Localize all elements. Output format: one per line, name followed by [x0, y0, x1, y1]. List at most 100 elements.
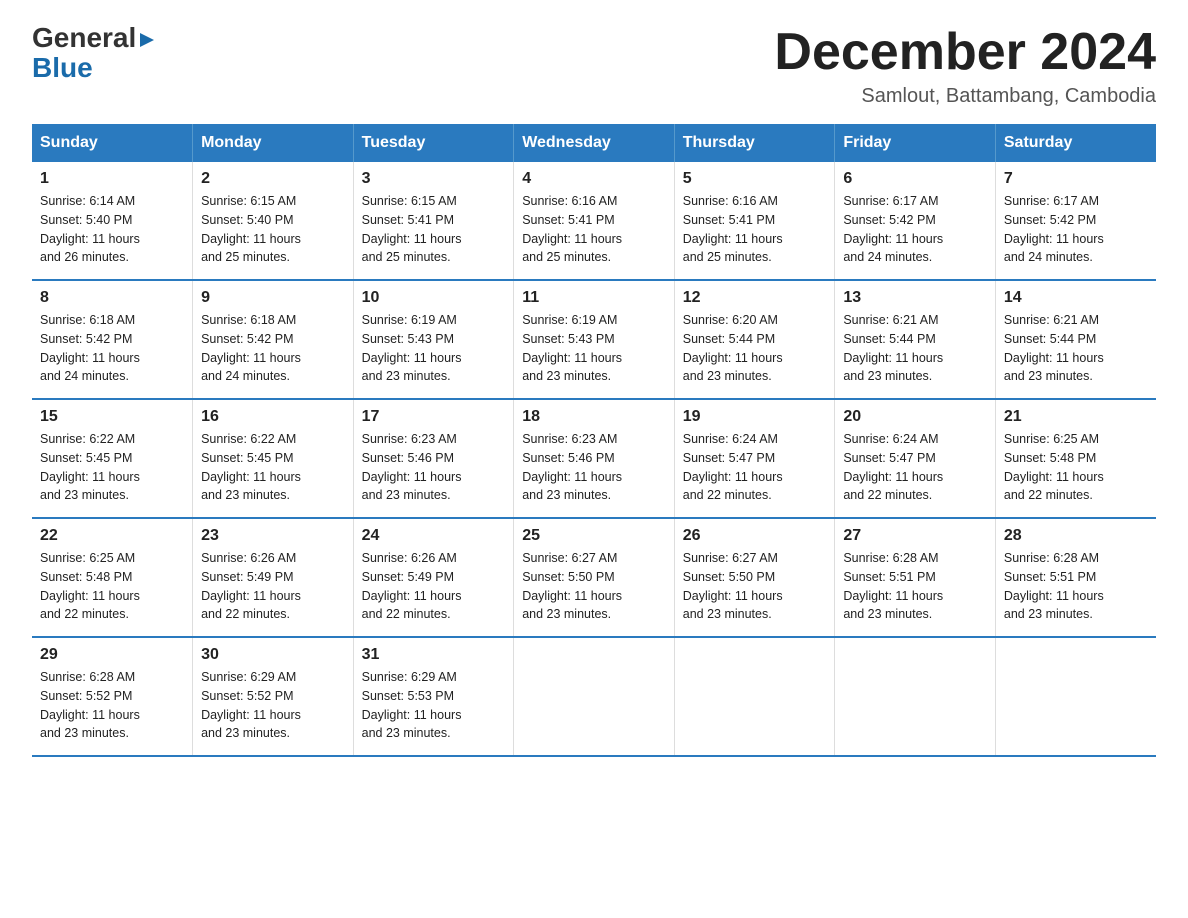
calendar-day-cell: 4 Sunrise: 6:16 AM Sunset: 5:41 PM Dayli… — [514, 162, 675, 280]
logo: General Blue — [32, 24, 156, 82]
calendar-day-cell: 26 Sunrise: 6:27 AM Sunset: 5:50 PM Dayl… — [674, 518, 835, 637]
day-number: 26 — [683, 527, 827, 545]
day-number: 6 — [843, 170, 987, 188]
header-row: Sunday Monday Tuesday Wednesday Thursday… — [32, 124, 1156, 162]
calendar-day-cell: 31 Sunrise: 6:29 AM Sunset: 5:53 PM Dayl… — [353, 637, 514, 756]
calendar-day-cell: 10 Sunrise: 6:19 AM Sunset: 5:43 PM Dayl… — [353, 280, 514, 399]
calendar-day-cell: 29 Sunrise: 6:28 AM Sunset: 5:52 PM Dayl… — [32, 637, 193, 756]
calendar-day-cell: 24 Sunrise: 6:26 AM Sunset: 5:49 PM Dayl… — [353, 518, 514, 637]
day-number: 4 — [522, 170, 666, 188]
day-info: Sunrise: 6:28 AM Sunset: 5:51 PM Dayligh… — [843, 549, 987, 624]
calendar-day-cell: 22 Sunrise: 6:25 AM Sunset: 5:48 PM Dayl… — [32, 518, 193, 637]
day-number: 14 — [1004, 289, 1148, 307]
day-info: Sunrise: 6:14 AM Sunset: 5:40 PM Dayligh… — [40, 192, 184, 267]
day-info: Sunrise: 6:23 AM Sunset: 5:46 PM Dayligh… — [362, 430, 506, 505]
day-info: Sunrise: 6:25 AM Sunset: 5:48 PM Dayligh… — [40, 549, 184, 624]
day-number: 5 — [683, 170, 827, 188]
day-number: 12 — [683, 289, 827, 307]
day-info: Sunrise: 6:26 AM Sunset: 5:49 PM Dayligh… — [201, 549, 345, 624]
calendar-day-cell: 14 Sunrise: 6:21 AM Sunset: 5:44 PM Dayl… — [995, 280, 1156, 399]
day-number: 31 — [362, 646, 506, 664]
calendar-day-cell: 9 Sunrise: 6:18 AM Sunset: 5:42 PM Dayli… — [193, 280, 354, 399]
day-number: 22 — [40, 527, 184, 545]
day-info: Sunrise: 6:18 AM Sunset: 5:42 PM Dayligh… — [40, 311, 184, 386]
day-number: 18 — [522, 408, 666, 426]
day-info: Sunrise: 6:17 AM Sunset: 5:42 PM Dayligh… — [1004, 192, 1148, 267]
day-info: Sunrise: 6:19 AM Sunset: 5:43 PM Dayligh… — [522, 311, 666, 386]
calendar-day-cell: 7 Sunrise: 6:17 AM Sunset: 5:42 PM Dayli… — [995, 162, 1156, 280]
day-info: Sunrise: 6:27 AM Sunset: 5:50 PM Dayligh… — [522, 549, 666, 624]
calendar-day-cell — [995, 637, 1156, 756]
title-section: December 2024 Samlout, Battambang, Cambo… — [774, 24, 1156, 108]
location: Samlout, Battambang, Cambodia — [774, 85, 1156, 108]
day-info: Sunrise: 6:22 AM Sunset: 5:45 PM Dayligh… — [201, 430, 345, 505]
calendar-week-row: 1 Sunrise: 6:14 AM Sunset: 5:40 PM Dayli… — [32, 162, 1156, 280]
day-number: 9 — [201, 289, 345, 307]
day-info: Sunrise: 6:28 AM Sunset: 5:51 PM Dayligh… — [1004, 549, 1148, 624]
logo-arrow-icon — [138, 31, 156, 49]
calendar-header: Sunday Monday Tuesday Wednesday Thursday… — [32, 124, 1156, 162]
day-info: Sunrise: 6:23 AM Sunset: 5:46 PM Dayligh… — [522, 430, 666, 505]
month-title: December 2024 — [774, 24, 1156, 81]
day-number: 8 — [40, 289, 184, 307]
calendar-day-cell: 28 Sunrise: 6:28 AM Sunset: 5:51 PM Dayl… — [995, 518, 1156, 637]
day-number: 15 — [40, 408, 184, 426]
calendar-day-cell: 15 Sunrise: 6:22 AM Sunset: 5:45 PM Dayl… — [32, 399, 193, 518]
calendar-table: Sunday Monday Tuesday Wednesday Thursday… — [32, 124, 1156, 757]
day-number: 24 — [362, 527, 506, 545]
day-number: 7 — [1004, 170, 1148, 188]
day-info: Sunrise: 6:24 AM Sunset: 5:47 PM Dayligh… — [683, 430, 827, 505]
calendar-day-cell: 11 Sunrise: 6:19 AM Sunset: 5:43 PM Dayl… — [514, 280, 675, 399]
calendar-week-row: 29 Sunrise: 6:28 AM Sunset: 5:52 PM Dayl… — [32, 637, 1156, 756]
day-number: 3 — [362, 170, 506, 188]
calendar-day-cell: 1 Sunrise: 6:14 AM Sunset: 5:40 PM Dayli… — [32, 162, 193, 280]
day-info: Sunrise: 6:29 AM Sunset: 5:53 PM Dayligh… — [362, 668, 506, 743]
calendar-day-cell: 18 Sunrise: 6:23 AM Sunset: 5:46 PM Dayl… — [514, 399, 675, 518]
day-number: 1 — [40, 170, 184, 188]
day-number: 23 — [201, 527, 345, 545]
calendar-day-cell: 8 Sunrise: 6:18 AM Sunset: 5:42 PM Dayli… — [32, 280, 193, 399]
day-number: 16 — [201, 408, 345, 426]
calendar-week-row: 22 Sunrise: 6:25 AM Sunset: 5:48 PM Dayl… — [32, 518, 1156, 637]
day-number: 21 — [1004, 408, 1148, 426]
day-info: Sunrise: 6:16 AM Sunset: 5:41 PM Dayligh… — [683, 192, 827, 267]
calendar-day-cell: 3 Sunrise: 6:15 AM Sunset: 5:41 PM Dayli… — [353, 162, 514, 280]
day-info: Sunrise: 6:15 AM Sunset: 5:41 PM Dayligh… — [362, 192, 506, 267]
header-tuesday: Tuesday — [353, 124, 514, 162]
day-info: Sunrise: 6:17 AM Sunset: 5:42 PM Dayligh… — [843, 192, 987, 267]
day-info: Sunrise: 6:20 AM Sunset: 5:44 PM Dayligh… — [683, 311, 827, 386]
day-number: 27 — [843, 527, 987, 545]
logo-blue-text: Blue — [32, 54, 93, 82]
header-friday: Friday — [835, 124, 996, 162]
calendar-day-cell: 13 Sunrise: 6:21 AM Sunset: 5:44 PM Dayl… — [835, 280, 996, 399]
day-number: 30 — [201, 646, 345, 664]
day-info: Sunrise: 6:28 AM Sunset: 5:52 PM Dayligh… — [40, 668, 184, 743]
calendar-day-cell: 17 Sunrise: 6:23 AM Sunset: 5:46 PM Dayl… — [353, 399, 514, 518]
calendar-week-row: 15 Sunrise: 6:22 AM Sunset: 5:45 PM Dayl… — [32, 399, 1156, 518]
calendar-day-cell: 30 Sunrise: 6:29 AM Sunset: 5:52 PM Dayl… — [193, 637, 354, 756]
day-info: Sunrise: 6:25 AM Sunset: 5:48 PM Dayligh… — [1004, 430, 1148, 505]
day-info: Sunrise: 6:15 AM Sunset: 5:40 PM Dayligh… — [201, 192, 345, 267]
day-number: 25 — [522, 527, 666, 545]
calendar-day-cell: 27 Sunrise: 6:28 AM Sunset: 5:51 PM Dayl… — [835, 518, 996, 637]
calendar-day-cell: 6 Sunrise: 6:17 AM Sunset: 5:42 PM Dayli… — [835, 162, 996, 280]
day-number: 29 — [40, 646, 184, 664]
day-info: Sunrise: 6:19 AM Sunset: 5:43 PM Dayligh… — [362, 311, 506, 386]
calendar-day-cell: 25 Sunrise: 6:27 AM Sunset: 5:50 PM Dayl… — [514, 518, 675, 637]
calendar-day-cell — [835, 637, 996, 756]
day-info: Sunrise: 6:27 AM Sunset: 5:50 PM Dayligh… — [683, 549, 827, 624]
page-header: General Blue December 2024 Samlout, Batt… — [32, 24, 1156, 108]
header-saturday: Saturday — [995, 124, 1156, 162]
day-number: 2 — [201, 170, 345, 188]
calendar-week-row: 8 Sunrise: 6:18 AM Sunset: 5:42 PM Dayli… — [32, 280, 1156, 399]
day-info: Sunrise: 6:16 AM Sunset: 5:41 PM Dayligh… — [522, 192, 666, 267]
day-info: Sunrise: 6:24 AM Sunset: 5:47 PM Dayligh… — [843, 430, 987, 505]
header-thursday: Thursday — [674, 124, 835, 162]
day-info: Sunrise: 6:21 AM Sunset: 5:44 PM Dayligh… — [1004, 311, 1148, 386]
day-info: Sunrise: 6:18 AM Sunset: 5:42 PM Dayligh… — [201, 311, 345, 386]
header-sunday: Sunday — [32, 124, 193, 162]
header-monday: Monday — [193, 124, 354, 162]
header-wednesday: Wednesday — [514, 124, 675, 162]
day-info: Sunrise: 6:26 AM Sunset: 5:49 PM Dayligh… — [362, 549, 506, 624]
calendar-day-cell: 21 Sunrise: 6:25 AM Sunset: 5:48 PM Dayl… — [995, 399, 1156, 518]
